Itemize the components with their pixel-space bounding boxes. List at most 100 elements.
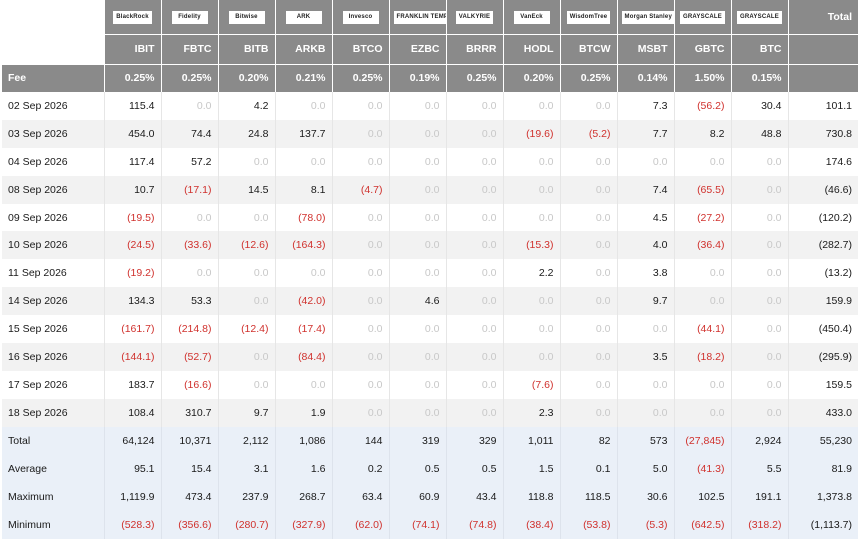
flow-cell: 0.0 [445, 259, 503, 288]
corner-blank [2, 0, 104, 34]
ticker-header: BITB [217, 33, 275, 64]
ticker-header: ARKB [274, 33, 332, 64]
summary-label: Maximum [2, 482, 104, 511]
summary-cell: 5.0 [616, 454, 674, 483]
ticker-header: BTC [730, 33, 788, 64]
flow-cell: 0.0 [559, 315, 617, 344]
flow-cell: 0.0 [730, 175, 788, 204]
summary-cell: 237.9 [217, 482, 275, 511]
summary-total: 81.9 [787, 454, 858, 483]
issuer-logo-cell: VanEck [502, 0, 560, 34]
summary-cell: 473.4 [160, 482, 218, 511]
flow-cell: 0.0 [559, 287, 617, 316]
flow-cell: 0.0 [673, 398, 731, 427]
issuer-logo-cell: Invesco [331, 0, 389, 34]
summary-cell: 10,371 [160, 426, 218, 455]
flow-cell: 0.0 [217, 343, 275, 371]
flow-cell: (161.7) [103, 315, 161, 344]
summary-cell: (38.4) [502, 510, 560, 539]
flow-cell: (44.1) [673, 315, 731, 344]
flow-cell: 57.2 [160, 147, 218, 176]
flow-cell: (15.3) [502, 231, 560, 260]
flow-cell: 0.0 [388, 259, 446, 288]
summary-row: Minimum (528.3) (356.6) (280.7) (327.9) (62.0… [2, 510, 858, 539]
summary-cell: 1.5 [502, 454, 560, 483]
row-total: (120.2) [787, 203, 858, 232]
summary-total: (1,113.7) [787, 510, 858, 539]
flow-cell: 0.0 [331, 231, 389, 260]
table-row: 16 Sep 2026 (144.1) (52.7) 0.0 (84.4) 0.0 0.0 0… [2, 343, 858, 371]
fee-value: 0.25% [331, 63, 389, 92]
row-date: 11 Sep 2026 [8, 267, 67, 280]
row-total: 159.5 [787, 370, 858, 399]
summary-label: Total [2, 426, 104, 455]
flow-cell: 9.7 [616, 287, 674, 316]
flow-cell: 0.0 [331, 398, 389, 427]
issuer-logo: Invesco [342, 11, 379, 25]
issuer-logo: VALKYRIE [455, 11, 494, 25]
flow-cell: 0.0 [388, 175, 446, 204]
summary-cell: 144 [331, 426, 389, 455]
flow-cell: 0.0 [445, 315, 503, 344]
fee-value: 0.25% [103, 63, 161, 92]
flow-cell: 7.4 [616, 175, 674, 204]
flow-cell: 0.0 [445, 231, 503, 260]
flow-cell: (7.6) [502, 370, 560, 399]
flow-cell: 74.4 [160, 119, 218, 148]
summary-cell: 60.9 [388, 482, 446, 511]
etf-flows-table: BlackRock Fidelity Bitwise ARK Invesco FRANKL… [2, 0, 858, 539]
fee-row: Fee 0.25% 0.25% 0.20% 0.21% 0.25% 0.19% 0.25% 0.… [2, 63, 858, 92]
flow-cell: 0.0 [559, 203, 617, 232]
flow-cell: 0.0 [331, 203, 389, 232]
flow-cell: 2.2 [502, 259, 560, 288]
summary-cell: 2,924 [730, 426, 788, 455]
table-row: 02 Sep 2026 115.4 0.0 4.2 0.0 0.0 0.0 0.0 0.0 0.0… [2, 92, 858, 120]
row-date: 16 Sep 2026 [2, 343, 104, 371]
flow-cell: 4.5 [616, 203, 674, 232]
summary-cell: 82 [559, 426, 617, 455]
flow-cell: (78.0) [274, 203, 332, 232]
summary-cell: 268.7 [274, 482, 332, 511]
summary-total: 55,230 [787, 426, 858, 455]
flow-cell: 454.0 [103, 119, 161, 148]
flow-cell: 0.0 [730, 259, 788, 288]
flow-cell: 7.7 [616, 119, 674, 148]
summary-cell: 118.5 [559, 482, 617, 511]
summary-cell: 0.2 [331, 454, 389, 483]
summary-cell: (74.8) [445, 510, 503, 539]
fee-value: 0.15% [730, 63, 788, 92]
flow-cell: 4.2 [217, 92, 275, 120]
flow-cell: 9.7 [217, 398, 275, 427]
row-date: 09 Sep 2026 [8, 211, 68, 224]
summary-cell: (27,845) [673, 426, 731, 455]
flow-cell: 0.0 [730, 315, 788, 344]
flow-cell: 0.0 [445, 203, 503, 232]
flow-cell: (65.5) [673, 175, 731, 204]
flow-cell: 0.0 [217, 370, 275, 399]
flow-cell: 0.0 [331, 287, 389, 316]
flow-cell: 108.4 [103, 398, 161, 427]
row-total: 159.9 [787, 287, 858, 316]
flow-cell: 48.8 [730, 119, 788, 148]
flow-cell: 8.2 [673, 119, 731, 148]
flow-cell: 0.0 [673, 259, 731, 288]
flow-cell: 0.0 [331, 343, 389, 371]
flow-cell: 0.0 [160, 203, 218, 232]
summary-total: 1,373.8 [787, 482, 858, 511]
flow-cell: 0.0 [217, 147, 275, 176]
flow-cell: 0.0 [217, 287, 275, 316]
summary-cell: 43.4 [445, 482, 503, 511]
flow-cell: 1.9 [274, 398, 332, 427]
ticker-total-blank [787, 33, 858, 64]
row-total: (295.9) [787, 343, 858, 371]
issuer-logo-cell: WisdomTree [559, 0, 617, 34]
summary-cell: (318.2) [730, 510, 788, 539]
row-total: (282.7) [787, 231, 858, 260]
flow-cell: (17.4) [274, 315, 332, 344]
flow-cell: 0.0 [559, 398, 617, 427]
flow-cell: (4.7) [331, 175, 389, 204]
flow-cell: 24.8 [217, 119, 275, 148]
issuer-logo: FRANKLIN TEMPLETON [393, 11, 446, 25]
issuer-logo-cell: FRANKLIN TEMPLETON [388, 0, 446, 34]
ticker-header: IBIT [103, 33, 161, 64]
